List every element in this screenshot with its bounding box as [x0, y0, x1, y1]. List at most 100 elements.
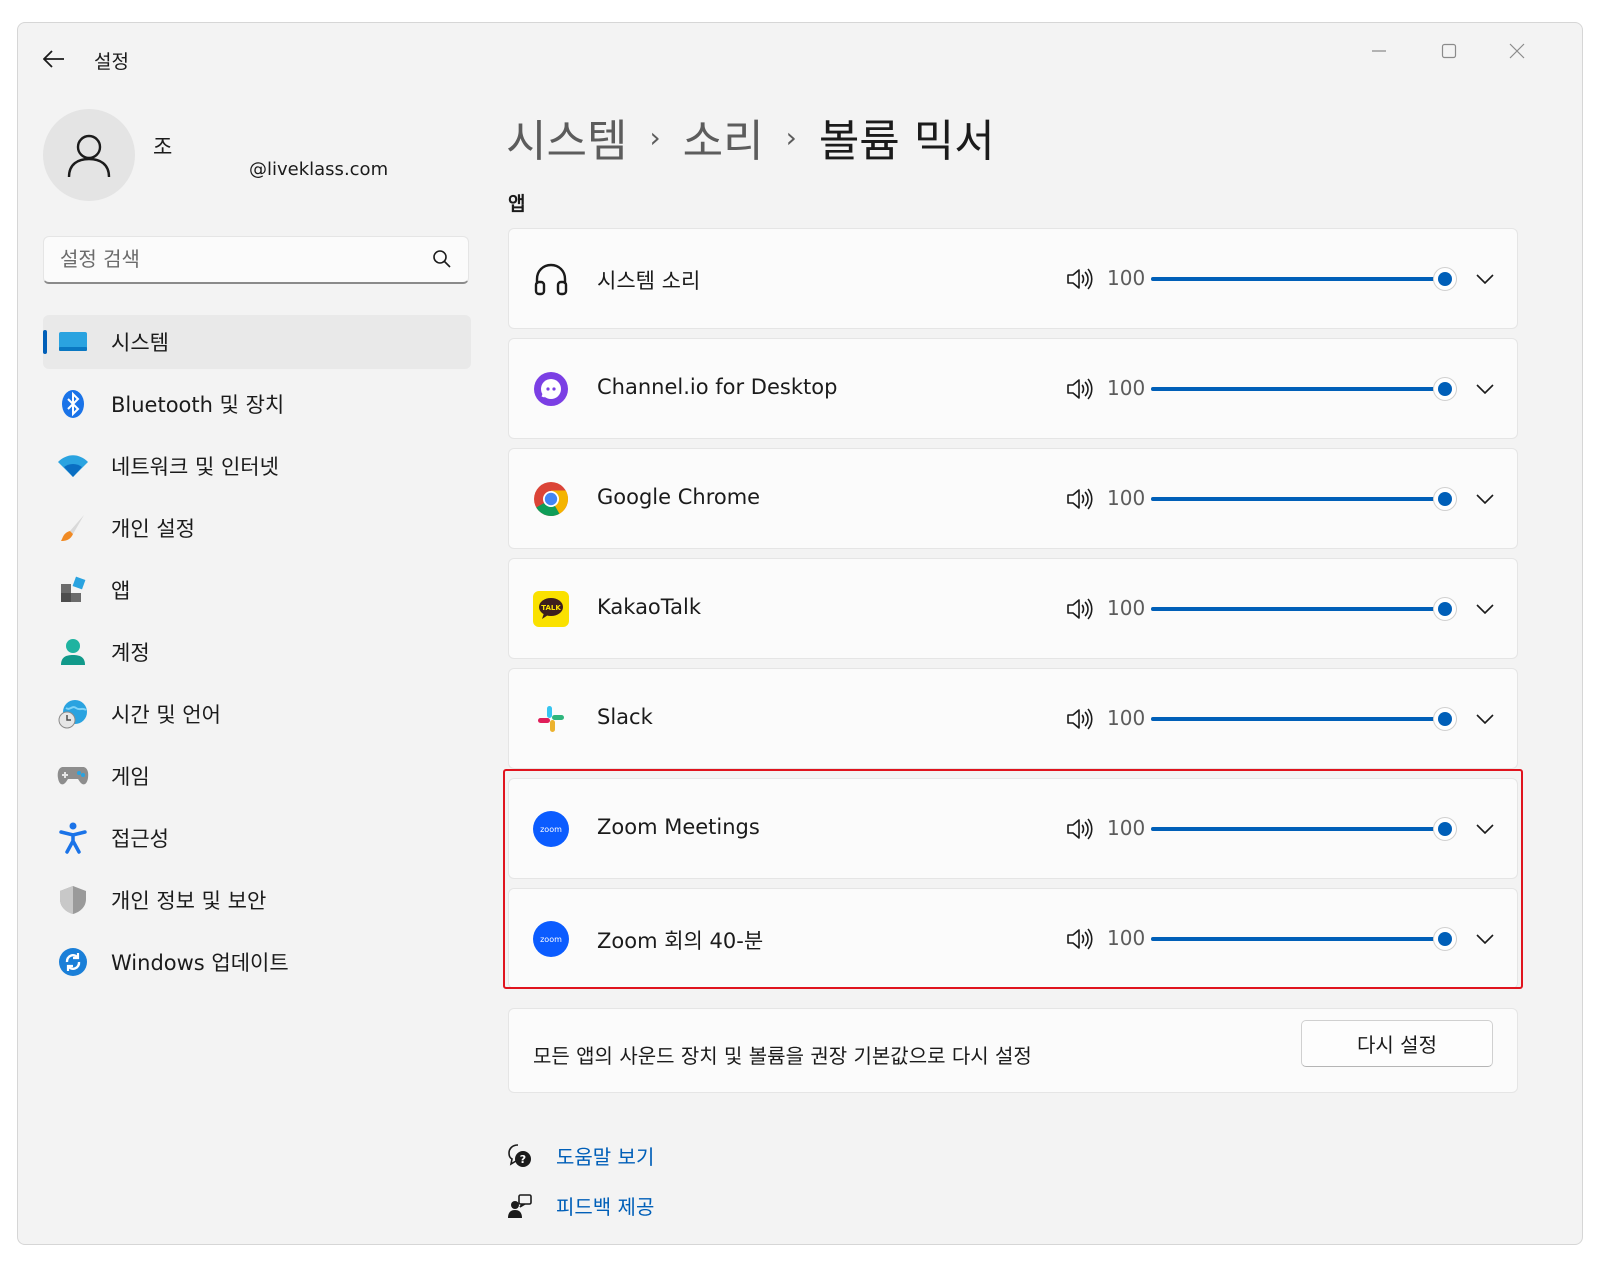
- sidebar-item-network[interactable]: 네트워크 및 인터넷: [43, 439, 471, 493]
- app-name: Slack: [597, 705, 653, 729]
- volume-slider[interactable]: [1151, 267, 1457, 291]
- title-bar: 설정: [18, 23, 1582, 93]
- user-profile[interactable]: 조 @liveklass.com: [43, 109, 483, 209]
- sidebar-item-privacy-security[interactable]: 개인 정보 및 보안: [43, 873, 471, 927]
- slider-fill: [1151, 937, 1445, 941]
- brush-icon: [57, 512, 89, 544]
- slider-fill: [1151, 607, 1445, 611]
- expand-button[interactable]: [1469, 703, 1501, 735]
- reset-button[interactable]: 다시 설정: [1301, 1020, 1493, 1067]
- breadcrumb-separator: ›: [649, 120, 661, 154]
- apps-icon: [57, 574, 89, 606]
- volume-slider[interactable]: [1151, 817, 1457, 841]
- sidebar-item-label: 네트워크 및 인터넷: [111, 455, 279, 479]
- gamepad-icon: [57, 760, 89, 792]
- slider-thumb[interactable]: [1433, 267, 1457, 291]
- slider-thumb[interactable]: [1433, 487, 1457, 511]
- close-button[interactable]: [1494, 33, 1540, 69]
- app-volume-row: zoom Zoom 회의 40-분 100: [508, 888, 1518, 989]
- update-icon: [57, 946, 89, 978]
- chevron-down-icon: [1476, 274, 1494, 284]
- slider-thumb[interactable]: [1433, 597, 1457, 621]
- volume-slider[interactable]: [1151, 597, 1457, 621]
- slider-fill: [1151, 827, 1445, 831]
- app-name: Zoom Meetings: [597, 815, 760, 839]
- breadcrumb-system[interactable]: 시스템: [506, 105, 627, 169]
- speaker-icon[interactable]: [1065, 485, 1093, 513]
- expand-button[interactable]: [1469, 483, 1501, 515]
- expand-button[interactable]: [1469, 923, 1501, 955]
- volume-value: 100: [1107, 816, 1146, 840]
- expand-button[interactable]: [1469, 263, 1501, 295]
- slider-thumb[interactable]: [1433, 707, 1457, 731]
- sidebar-item-system[interactable]: 시스템: [43, 315, 471, 369]
- sidebar-item-label: 개인 설정: [111, 517, 195, 541]
- app-volume-row: Google Chrome 100: [508, 448, 1518, 549]
- sidebar-item-apps[interactable]: 앱: [43, 563, 471, 617]
- expand-button[interactable]: [1469, 373, 1501, 405]
- sidebar-item-windows-update[interactable]: Windows 업데이트: [43, 935, 471, 989]
- app-volume-row: Channel.io for Desktop 100: [508, 338, 1518, 439]
- volume-slider[interactable]: [1151, 487, 1457, 511]
- close-icon: [1509, 43, 1525, 59]
- feedback-icon: [506, 1192, 534, 1220]
- app-name: 시스템 소리: [597, 269, 701, 293]
- sidebar-item-accessibility[interactable]: 접근성: [43, 811, 471, 865]
- user-email: @liveklass.com: [249, 159, 389, 180]
- minimize-button[interactable]: [1356, 33, 1402, 69]
- sidebar-item-time-language[interactable]: 시간 및 언어: [43, 687, 471, 741]
- shield-icon: [57, 884, 89, 916]
- breadcrumb-sound[interactable]: 소리: [683, 105, 764, 169]
- accessibility-icon: [57, 822, 89, 854]
- search-input[interactable]: [44, 237, 414, 281]
- sidebar-item-gaming[interactable]: 게임: [43, 749, 471, 803]
- help-link[interactable]: ? 도움말 보기: [506, 1141, 654, 1170]
- chevron-down-icon: [1476, 494, 1494, 504]
- page-title: 볼륨 믹서: [818, 116, 995, 167]
- zoom-icon: zoom: [533, 921, 569, 957]
- settings-search: [43, 236, 469, 284]
- speaker-icon[interactable]: [1065, 815, 1093, 843]
- help-icon: ?: [506, 1142, 534, 1170]
- sidebar-item-personalization[interactable]: 개인 설정: [43, 501, 471, 555]
- slider-thumb[interactable]: [1433, 377, 1457, 401]
- system-icon: [57, 326, 89, 358]
- sidebar-nav: 시스템 Bluetooth 및 장치 네트워크 및 인터넷 개인 설정 앱 계정…: [43, 315, 471, 997]
- expand-button[interactable]: [1469, 813, 1501, 845]
- volume-slider[interactable]: [1151, 377, 1457, 401]
- account-icon: [57, 636, 89, 668]
- chrome-icon: [533, 481, 569, 517]
- sidebar-item-label: 게임: [111, 765, 150, 789]
- help-link-label: 도움말 보기: [556, 1145, 655, 1169]
- maximize-button[interactable]: [1426, 33, 1472, 69]
- volume-value: 100: [1107, 266, 1146, 290]
- slider-thumb[interactable]: [1433, 817, 1457, 841]
- channelio-icon: [533, 371, 569, 407]
- sidebar-item-bluetooth[interactable]: Bluetooth 및 장치: [43, 377, 471, 431]
- sidebar-item-accounts[interactable]: 계정: [43, 625, 471, 679]
- expand-button[interactable]: [1469, 593, 1501, 625]
- minimize-icon: [1372, 50, 1386, 52]
- volume-slider[interactable]: [1151, 927, 1457, 951]
- volume-value: 100: [1107, 926, 1146, 950]
- speaker-icon[interactable]: [1065, 595, 1093, 623]
- slider-thumb[interactable]: [1433, 927, 1457, 951]
- chevron-down-icon: [1476, 934, 1494, 944]
- speaker-icon[interactable]: [1065, 705, 1093, 733]
- app-volume-list: 시스템 소리 100 Channel.io for Desktop 100 Go…: [508, 228, 1518, 998]
- speaker-icon[interactable]: [1065, 375, 1093, 403]
- app-volume-row: zoom Zoom Meetings 100: [508, 778, 1518, 879]
- volume-slider[interactable]: [1151, 707, 1457, 731]
- feedback-link-label: 피드백 제공: [556, 1195, 655, 1219]
- search-icon[interactable]: [432, 249, 452, 269]
- speaker-icon[interactable]: [1065, 265, 1093, 293]
- svg-text:TALK: TALK: [541, 604, 561, 612]
- reset-defaults-row: 모든 앱의 사운드 장치 및 볼륨을 권장 기본값으로 다시 설정 다시 설정: [508, 1008, 1518, 1093]
- sidebar-item-label: 앱: [111, 579, 131, 603]
- speaker-icon[interactable]: [1065, 925, 1093, 953]
- maximize-icon: [1441, 43, 1457, 59]
- feedback-link[interactable]: 피드백 제공: [506, 1191, 654, 1220]
- breadcrumb: 시스템 › 소리 › 볼륨 믹서: [506, 105, 995, 169]
- back-button[interactable]: [40, 45, 68, 73]
- slider-fill: [1151, 497, 1445, 501]
